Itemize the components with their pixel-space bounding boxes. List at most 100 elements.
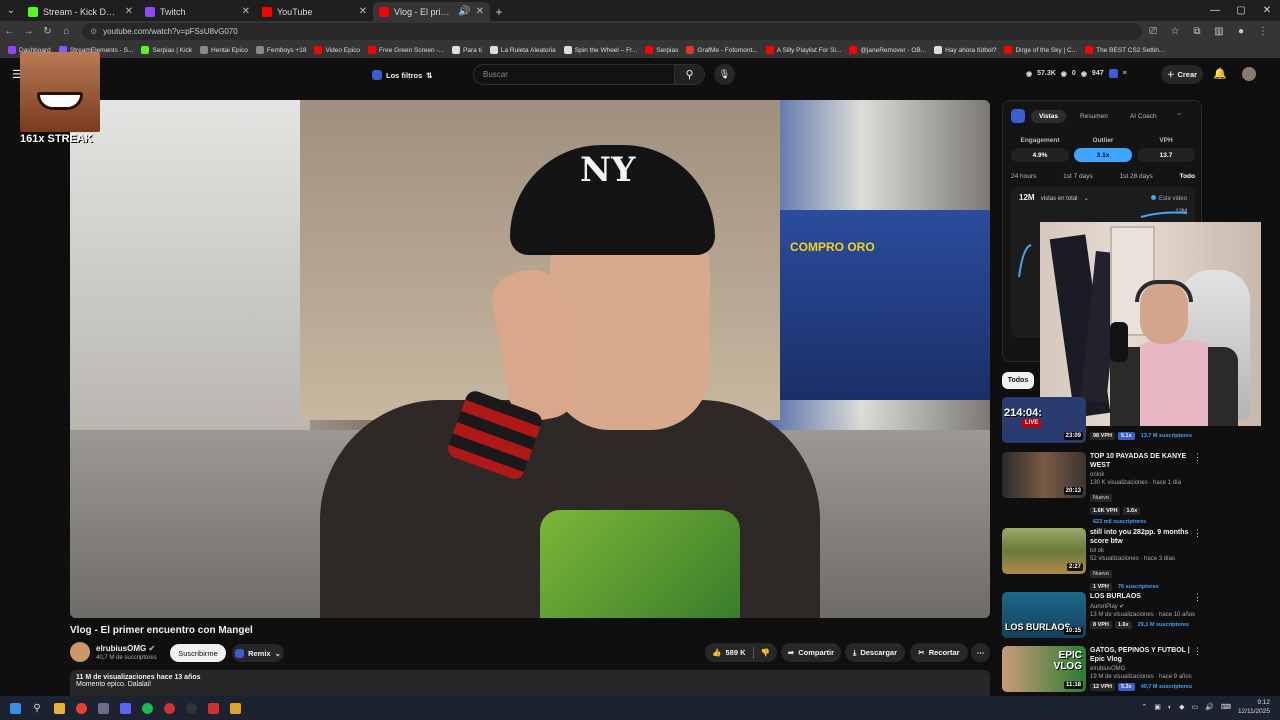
filters-button[interactable]: Los filtros ⇅ bbox=[372, 67, 433, 83]
list-item[interactable]: EPIC VLOG 11:18 GATOS, PEPINOS Y FUTBOL … bbox=[1002, 646, 1202, 696]
more-actions-icon[interactable]: ⋯ bbox=[971, 643, 990, 662]
video-thumbnail[interactable]: 20:13 bbox=[1002, 452, 1086, 498]
video-title[interactable]: TOP 10 PAYADAS DE KANYE WEST bbox=[1090, 452, 1200, 470]
subscribe-button[interactable]: Suscribirme bbox=[170, 644, 226, 662]
browser-tab-active[interactable]: Vlog - El primer encuentro 🔊 ✕ bbox=[373, 2, 490, 21]
search-input[interactable]: Buscar bbox=[474, 70, 674, 79]
bookmark-item[interactable]: Serpias bbox=[641, 46, 682, 54]
bookmark-item[interactable]: Dirge of the Sky | C... bbox=[1000, 46, 1081, 54]
chevron-up-icon[interactable]: ⌃ bbox=[1141, 703, 1147, 711]
search-icon[interactable]: ⚲ bbox=[674, 65, 704, 84]
app-icon[interactable] bbox=[202, 697, 224, 719]
channel-name[interactable]: AuronPlay ✔ bbox=[1090, 603, 1200, 610]
app-icon[interactable] bbox=[224, 697, 246, 719]
search-icon[interactable]: ⚲ bbox=[26, 697, 48, 719]
video-thumbnail[interactable]: EPIC VLOG 11:18 bbox=[1002, 646, 1086, 692]
browser-tab[interactable]: Stream - Kick Dashboard ✕ bbox=[22, 2, 139, 21]
app-icon[interactable] bbox=[92, 697, 114, 719]
video-title[interactable]: LOS BURLAOS bbox=[1090, 592, 1200, 601]
bookmark-item[interactable]: Free Green Screen -... bbox=[364, 46, 448, 54]
remix-button[interactable]: Remix ⌄ bbox=[232, 644, 284, 662]
description-box[interactable]: 11 M de visualizaciones hace 13 años Mom… bbox=[70, 670, 990, 696]
system-clock[interactable]: 9:12 12/11/2025 bbox=[1238, 698, 1270, 716]
list-item[interactable]: 2:27 still into you 282pp. 9 months scor… bbox=[1002, 528, 1202, 591]
chevron-up-icon[interactable]: ⌃ bbox=[1177, 112, 1182, 120]
thumbs-down-icon[interactable]: 👎 bbox=[761, 648, 770, 657]
close-icon[interactable]: ✕ bbox=[476, 6, 484, 17]
bookmark-item[interactable]: La Ruleta Aleatoria bbox=[486, 46, 560, 54]
video-title[interactable]: GATOS, PEPINOS Y FUTBOL | Epic Vlog bbox=[1090, 646, 1200, 664]
bookmark-item[interactable]: A Silly Playlist For Si... bbox=[762, 46, 846, 54]
speaker-icon[interactable]: 🔊 bbox=[458, 6, 470, 17]
channel-name[interactable]: elrubiusOMG ✔ bbox=[96, 644, 155, 653]
channel-name[interactable]: lol ok bbox=[1090, 548, 1200, 554]
url-field[interactable]: ⚙ youtube.com/watch?v=pFSsU8vG070 bbox=[82, 23, 1142, 40]
account-avatar[interactable] bbox=[1242, 67, 1256, 81]
app-icon[interactable] bbox=[158, 697, 180, 719]
reload-icon[interactable]: ↻ bbox=[38, 22, 57, 41]
bookmark-item[interactable]: Femboys +18 bbox=[252, 46, 311, 54]
file-explorer-icon[interactable] bbox=[48, 697, 70, 719]
tray-app-icon[interactable]: ▣ bbox=[1154, 703, 1161, 711]
forward-icon[interactable]: → bbox=[19, 22, 38, 41]
tab-resumen[interactable]: Resumen bbox=[1072, 110, 1116, 123]
tab-search-icon[interactable]: ⌄ bbox=[0, 0, 22, 21]
close-icon[interactable]: ✕ bbox=[125, 6, 133, 17]
bookmark-item[interactable]: Spin the Wheel – Fr... bbox=[560, 46, 642, 54]
close-icon[interactable]: ✕ bbox=[242, 6, 250, 17]
bookmark-item[interactable]: @janeRemover - OB... bbox=[845, 46, 930, 54]
list-item[interactable]: LOS BURLAOS 10:15 LOS BURLAOS AuronPlay … bbox=[1002, 592, 1202, 642]
video-thumbnail[interactable]: LOS BURLAOS 10:15 bbox=[1002, 592, 1086, 638]
volume-icon[interactable]: 🔊 bbox=[1205, 703, 1214, 711]
tab-vistas[interactable]: Vistas bbox=[1031, 109, 1067, 123]
filter-chip-todos[interactable]: Todos bbox=[1002, 372, 1034, 389]
bookmark-star-icon[interactable]: ☆ bbox=[1164, 22, 1186, 41]
home-icon[interactable]: ⌂ bbox=[57, 22, 76, 41]
site-info-icon[interactable]: ⚙ bbox=[90, 27, 97, 36]
minimize-icon[interactable]: — bbox=[1202, 0, 1228, 21]
tray-app-icon[interactable]: ◆ bbox=[1179, 703, 1184, 711]
more-options-icon[interactable]: ⋮ bbox=[1193, 528, 1202, 539]
back-icon[interactable]: ← bbox=[0, 22, 19, 41]
extensions-icon[interactable]: ⧉ bbox=[1186, 22, 1208, 41]
share-button[interactable]: ➦ Compartir bbox=[781, 643, 841, 662]
period-option[interactable]: 24 hours bbox=[1011, 173, 1036, 180]
video-title[interactable]: still into you 282pp. 9 months score btw bbox=[1090, 528, 1200, 546]
channel-name[interactable]: elrubiusOMG bbox=[1090, 666, 1200, 672]
create-button[interactable]: ＋ Crear bbox=[1161, 65, 1203, 84]
list-item[interactable]: 20:13 TOP 10 PAYADAS DE KANYE WEST onlok… bbox=[1002, 452, 1202, 525]
notifications-bell-icon[interactable]: 🔔 bbox=[1213, 67, 1227, 80]
close-window-icon[interactable]: ✕ bbox=[1254, 0, 1280, 21]
period-option[interactable]: 1st 7 days bbox=[1063, 173, 1093, 180]
search-box[interactable]: Buscar ⚲ bbox=[473, 64, 705, 85]
period-option[interactable]: 1st 28 days bbox=[1120, 173, 1153, 180]
windows-start-icon[interactable] bbox=[4, 697, 26, 719]
list-item[interactable]: 214:04: LIVE 23:09 98 VPH 5.1x 13,7 M su… bbox=[1002, 397, 1202, 447]
bookmark-item[interactable]: Serpias | Kick bbox=[137, 46, 196, 54]
period-option-active[interactable]: Todo bbox=[1180, 173, 1195, 180]
list-icon[interactable]: ≡ bbox=[1123, 70, 1127, 77]
browser-tab[interactable]: YouTube ✕ bbox=[256, 2, 373, 21]
profile-icon[interactable]: ● bbox=[1230, 22, 1252, 41]
channel-name[interactable]: onlok bbox=[1090, 472, 1200, 478]
browser-tab[interactable]: Twitch ✕ bbox=[139, 2, 256, 21]
microphone-icon[interactable]: 🎙 bbox=[714, 64, 735, 85]
network-icon[interactable]: ▭ bbox=[1191, 703, 1198, 711]
obs-icon[interactable] bbox=[180, 697, 202, 719]
cast-icon[interactable]: ⎚ bbox=[1142, 22, 1164, 41]
maximize-icon[interactable]: ▢ bbox=[1228, 0, 1254, 21]
video-player[interactable]: COMPRO ORO NY bbox=[70, 100, 990, 618]
clip-button[interactable]: ✂ Recortar bbox=[910, 643, 968, 662]
video-thumbnail[interactable]: 2:27 bbox=[1002, 528, 1086, 574]
more-options-icon[interactable]: ⋮ bbox=[1193, 452, 1202, 463]
sidebar-icon[interactable]: ▥ bbox=[1208, 22, 1230, 41]
bookmark-item[interactable]: Hentai Epico bbox=[196, 46, 252, 54]
like-button[interactable]: 👍 589 K bbox=[712, 648, 745, 657]
video-thumbnail[interactable]: 214:04: LIVE 23:09 bbox=[1002, 397, 1086, 443]
new-tab-icon[interactable]: + bbox=[490, 2, 508, 21]
browser-menu-icon[interactable]: ⋮ bbox=[1252, 22, 1274, 41]
extension-logo-icon[interactable] bbox=[1108, 69, 1118, 78]
spotify-icon[interactable] bbox=[136, 697, 158, 719]
more-options-icon[interactable]: ⋮ bbox=[1193, 646, 1202, 657]
close-icon[interactable]: ✕ bbox=[359, 6, 367, 17]
